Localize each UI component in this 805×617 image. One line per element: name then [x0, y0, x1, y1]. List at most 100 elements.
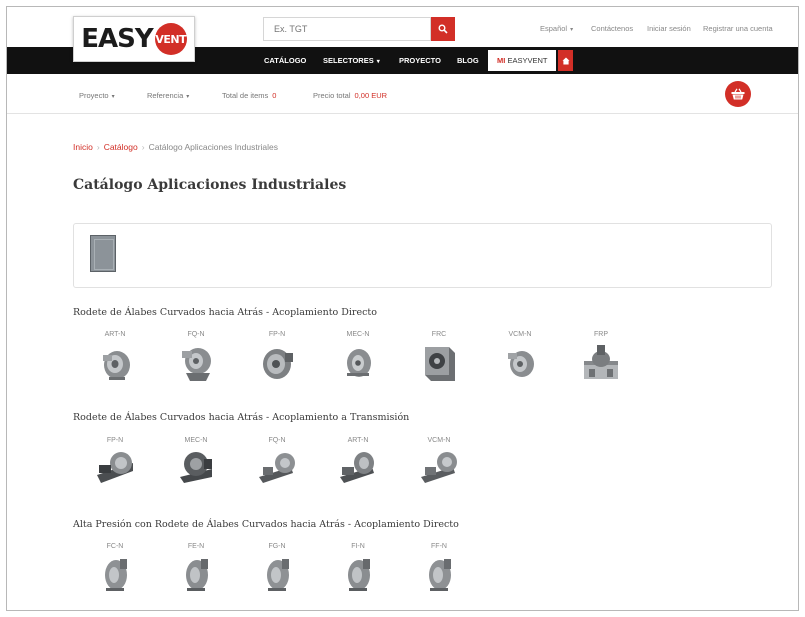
nav-proyecto[interactable]: PROYECTO [399, 47, 441, 74]
fan-image [186, 559, 208, 591]
project-dropdown[interactable]: Proyecto ▾ [79, 91, 115, 100]
category-filter-box [73, 223, 772, 288]
search-input[interactable] [263, 17, 431, 41]
breadcrumb: Inicio › Catálogo › Catálogo Aplicaciones In… [73, 142, 279, 152]
nav-selectores[interactable]: SELECTORES ▾ [323, 47, 380, 74]
total-items-label: Total de items [222, 91, 269, 100]
home-icon [562, 57, 569, 64]
language-selector[interactable]: Español ▾ [540, 24, 573, 33]
product-label: FE-N [187, 543, 205, 550]
search-icon [438, 24, 448, 34]
product-label: FI-N [351, 543, 365, 550]
page-title: Catálogo Aplicaciones Industriales [73, 177, 347, 193]
section-title-direct: Rodete de Álabes Curvados hacia Atrás - … [73, 307, 377, 318]
logo-badge: VENT [154, 23, 187, 55]
section-title-high-pressure: Alta Presión con Rodete de Álabes Curvad… [73, 519, 459, 530]
product-label: ART-N [104, 331, 126, 338]
chevron-down-icon: ▾ [376, 59, 380, 65]
register-link[interactable]: Registrar una cuenta [703, 24, 773, 33]
category-thumbnail[interactable] [90, 235, 116, 272]
fan-image [267, 559, 289, 591]
total-price: Precio total 0,00 EUR [313, 91, 387, 100]
fan-image [103, 351, 130, 380]
breadcrumb-current: Catálogo Aplicaciones Industriales [148, 142, 279, 152]
product-label: VCM-N [427, 437, 451, 444]
fan-image [425, 347, 455, 381]
search-button[interactable] [431, 17, 455, 41]
fan-image [348, 559, 370, 591]
fan-image [263, 349, 293, 379]
product-art-n[interactable]: ART-N [83, 329, 147, 383]
cart-button[interactable] [725, 81, 751, 107]
fan-image [105, 559, 127, 591]
fan-image [259, 453, 295, 483]
fan-image [584, 345, 618, 379]
fan-image [421, 452, 457, 483]
nav-mi-easyvent[interactable]: MI EASYVENT [488, 50, 556, 71]
nav-catalogo[interactable]: CATÁLOGO [264, 47, 306, 74]
product-label: MEC-N [184, 437, 208, 444]
product-fe-n[interactable]: FE-N [164, 541, 228, 595]
product-label: VCM-N [508, 331, 532, 338]
contact-link[interactable]: Contáctenos [591, 24, 633, 33]
product-fi-n[interactable]: FI-N [326, 541, 390, 595]
fan-image [182, 348, 211, 381]
fan-image [340, 452, 374, 483]
product-fp-n[interactable]: FP-N [245, 329, 309, 383]
product-label: FQ-N [187, 331, 205, 338]
product-label: FQ-N [268, 437, 286, 444]
fan-image [97, 452, 133, 483]
nav-mi-prefix: MI [497, 56, 506, 65]
language-label: Español [540, 24, 568, 33]
product-fc-n[interactable]: FC-N [83, 541, 147, 595]
project-label: Proyecto [79, 91, 109, 100]
product-label: FP-N [106, 437, 124, 444]
product-art-n-trans[interactable]: ART-N [326, 435, 390, 485]
reference-label: Referencia [147, 91, 184, 100]
fan-image [429, 559, 451, 591]
nav-blog[interactable]: BLOG [457, 47, 479, 74]
product-label: FP-N [268, 331, 286, 338]
breadcrumb-catalogo[interactable]: Catálogo [104, 142, 138, 152]
fan-image [180, 452, 212, 483]
chevron-down-icon: ▾ [570, 27, 574, 33]
easyvent-logo[interactable]: EASY VENT [73, 16, 195, 62]
product-label: FF-N [431, 543, 447, 550]
product-fq-n[interactable]: FQ-N [164, 329, 228, 383]
product-label: FRC [431, 331, 447, 338]
section-title-transmission: Rodete de Álabes Curvados hacia Atrás - … [73, 412, 410, 423]
product-fp-n-trans[interactable]: FP-N [83, 435, 147, 485]
nav-home-button[interactable] [558, 50, 573, 71]
product-frc[interactable]: FRC [407, 329, 471, 383]
product-ff-n[interactable]: FF-N [407, 541, 471, 595]
project-bar: Proyecto ▾ Referencia ▾ Total de items 0 Pr… [7, 74, 798, 114]
product-vcm-n[interactable]: VCM-N [488, 329, 552, 383]
fan-image [347, 349, 371, 377]
product-mec-n[interactable]: MEC-N [326, 329, 390, 383]
product-label: FC-N [106, 543, 124, 550]
product-label: FG-N [268, 543, 286, 550]
total-price-label: Precio total [313, 91, 351, 100]
product-frp[interactable]: FRP [569, 329, 633, 383]
total-items-value: 0 [272, 91, 277, 100]
product-fq-n-trans[interactable]: FQ-N [245, 435, 309, 485]
logo-text: EASY [81, 24, 153, 54]
product-label: ART-N [347, 437, 369, 444]
browser-page: EASY VENT Español▾ Contáctenos Iniciar s… [6, 6, 799, 611]
login-link[interactable]: Iniciar sesión [647, 24, 691, 33]
product-label: MEC-N [346, 331, 370, 338]
nav-selectores-label: SELECTORES [323, 56, 374, 65]
chevron-down-icon: ▾ [111, 94, 115, 100]
basket-icon [731, 88, 745, 100]
fan-image [508, 351, 534, 377]
total-items: Total de items 0 [222, 91, 276, 100]
product-label: FRP [594, 331, 608, 338]
breadcrumb-inicio[interactable]: Inicio [73, 142, 93, 152]
nav-mi-label: EASYVENT [507, 56, 548, 65]
product-vcm-n-trans[interactable]: VCM-N [407, 435, 471, 485]
reference-dropdown[interactable]: Referencia ▾ [147, 91, 189, 100]
product-fg-n[interactable]: FG-N [245, 541, 309, 595]
chevron-down-icon: ▾ [186, 94, 190, 100]
product-mec-n-trans[interactable]: MEC-N [164, 435, 228, 485]
total-price-value: 0,00 EUR [354, 91, 388, 100]
